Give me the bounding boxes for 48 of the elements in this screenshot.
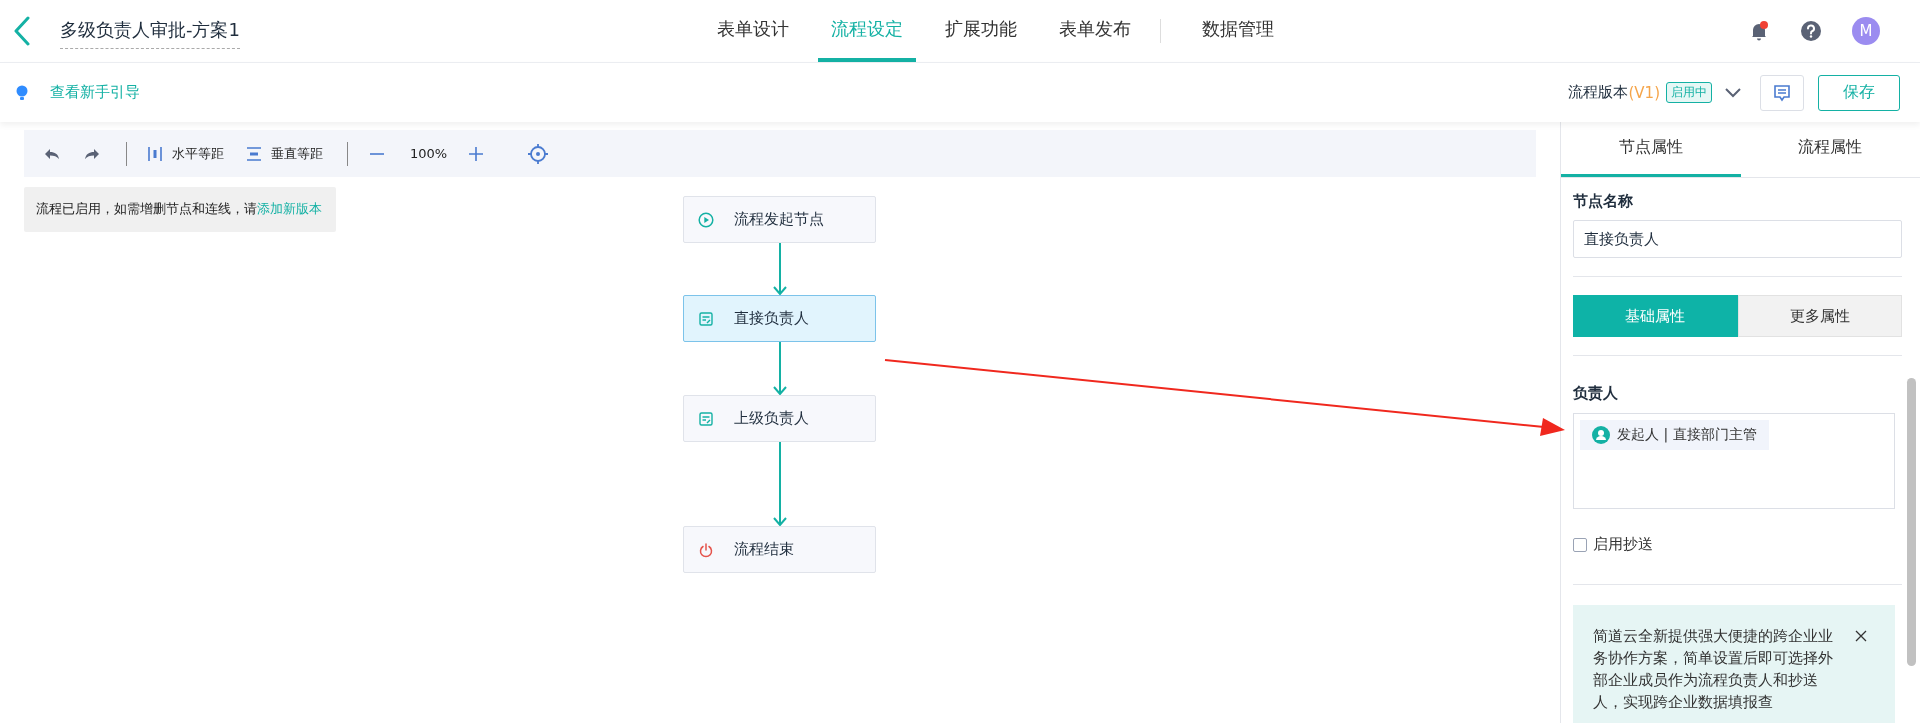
status-badge: 启用中 <box>1666 82 1712 103</box>
owner-tag[interactable]: 发起人 | 直接部门主管 <box>1580 420 1769 450</box>
checkbox[interactable] <box>1573 537 1587 552</box>
close-icon[interactable] <box>1855 630 1867 642</box>
form-icon <box>698 410 714 427</box>
tip-text: 简道云全新提供强大便捷的跨企业业务协作方案，简单设置后即可选择外部企业成员作为流程负责人和抄送人，实现跨企业数据填报查 <box>1593 627 1834 712</box>
flow-node[interactable]: 流程结束 <box>683 526 876 573</box>
notice-text: 流程已启用，如需增删节点和连线，请添加新版本 <box>24 187 336 232</box>
bulb-icon <box>16 84 28 101</box>
help-icon[interactable] <box>1800 20 1822 42</box>
field-label: 负责人 <box>1573 384 1619 403</box>
node-name-field[interactable]: 直接负责人 <box>1573 220 1902 258</box>
nav-tab[interactable]: 表单设计 <box>704 0 802 62</box>
owner-name: 发起人 | 直接部门主管 <box>1617 426 1757 444</box>
form-title[interactable]: 多级负责人审批-方案1 <box>60 13 240 49</box>
connector-arrow <box>771 243 788 295</box>
vertical-distribute-button[interactable]: 垂直等距 <box>246 144 323 163</box>
panel-tab[interactable]: 流程属性 <box>1740 122 1920 177</box>
connector-arrow <box>771 342 788 395</box>
locate-icon[interactable] <box>527 142 550 165</box>
field-label: 节点名称 <box>1573 192 1634 211</box>
flow-node[interactable]: 流程发起节点 <box>683 196 876 243</box>
redo-icon[interactable] <box>84 146 100 161</box>
zoom-in-icon[interactable] <box>467 144 486 163</box>
comment-icon <box>1773 83 1791 102</box>
distribute-vertical-icon <box>246 145 262 162</box>
nav-tab[interactable]: 扩展功能 <box>932 0 1030 62</box>
panel-tab[interactable]: 节点属性 <box>1561 122 1741 177</box>
comment-button[interactable] <box>1760 74 1804 111</box>
flow-node[interactable]: 直接负责人 <box>683 295 876 342</box>
flow-node[interactable]: 上级负责人 <box>683 395 876 442</box>
person-icon <box>1592 426 1610 444</box>
scrollbar-thumb[interactable] <box>1907 378 1916 666</box>
segment-tab[interactable]: 更多属性 <box>1737 295 1902 337</box>
back-icon[interactable] <box>14 16 30 46</box>
chevron-down-icon[interactable] <box>1724 86 1742 99</box>
zoom-level: 100% <box>410 146 448 161</box>
nav-tab[interactable]: 数据管理 <box>1189 0 1287 62</box>
owner-field[interactable]: 发起人 | 直接部门主管 <box>1573 413 1895 509</box>
form-icon <box>698 310 714 327</box>
version-number: (V1) <box>1628 83 1660 102</box>
distribute-horizontal-icon <box>147 145 163 162</box>
play-circle-icon <box>698 211 714 228</box>
power-icon <box>698 541 714 558</box>
horizontal-distribute-button[interactable]: 水平等距 <box>147 144 224 163</box>
nav-tab[interactable]: 表单发布 <box>1046 0 1144 62</box>
version-label: 流程版本 <box>1568 83 1629 102</box>
checkbox-label: 启用抄送 <box>1593 535 1653 554</box>
